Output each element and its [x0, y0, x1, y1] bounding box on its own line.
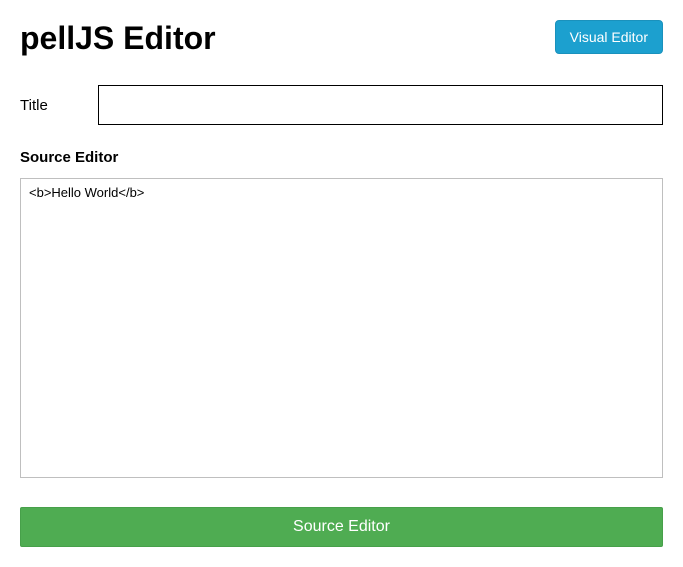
header-row: pellJS Editor Visual Editor: [20, 20, 663, 57]
title-input[interactable]: [98, 85, 663, 125]
source-editor-textarea[interactable]: [20, 178, 663, 478]
title-field-row: Title: [20, 85, 663, 125]
app-title: pellJS Editor: [20, 20, 216, 57]
source-editor-button[interactable]: Source Editor: [20, 507, 663, 547]
title-label: Title: [20, 97, 98, 114]
source-editor-heading: Source Editor: [20, 149, 663, 166]
visual-editor-button[interactable]: Visual Editor: [555, 20, 663, 54]
